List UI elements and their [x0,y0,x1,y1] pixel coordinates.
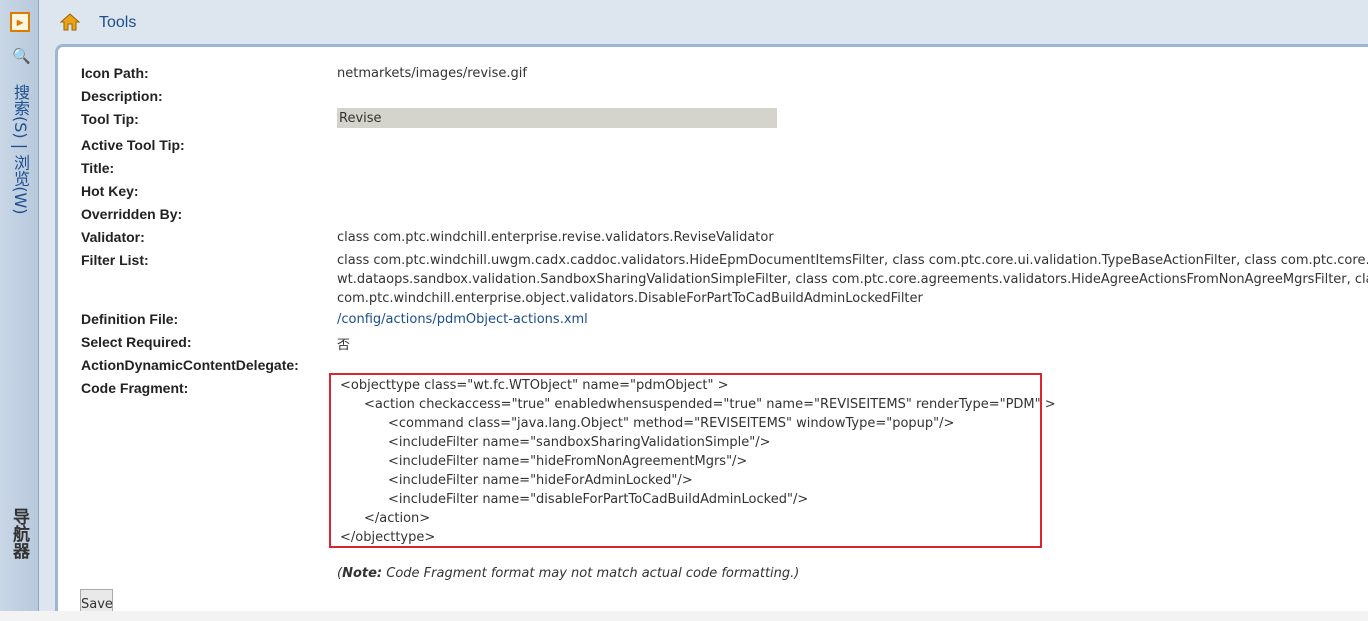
search-browse-tab[interactable]: 搜索(S) | 浏览(W) [8,84,32,215]
code-line: <command class="java.lang.Object" method… [388,416,955,431]
code-line: </objecttype> [340,530,436,545]
definition-file-link[interactable]: /config/actions/pdmObject-actions.xml [337,312,588,327]
details-panel: Icon Path: netmarkets/images/revise.gif … [55,44,1368,621]
select-required-value: 否 [337,338,351,353]
code-fragment-label: Code Fragment: [81,380,189,396]
code-line: <includeFilter name="hideForAdminLocked"… [388,473,693,488]
code-fragment-box: <objecttype class="wt.fc.WTObject" name=… [329,373,1056,548]
validator-label: Validator: [81,229,145,245]
expand-arrow-icon[interactable]: ▸ [10,12,30,32]
save-button[interactable]: Save [80,589,113,613]
page-header: Tools [39,0,1368,44]
code-line: <objecttype class="wt.fc.WTObject" name=… [340,378,729,393]
navigator-tab[interactable]: 导航器 [8,508,32,559]
action-dynamic-label: ActionDynamicContentDelegate: [81,357,299,373]
filter-list-label: Filter List: [81,252,149,268]
hot-key-label: Hot Key: [81,183,139,199]
page-title: Tools [99,14,137,31]
code-line: <includeFilter name="disableForPartToCad… [388,492,809,507]
code-line: <includeFilter name="sandboxSharingValid… [388,435,771,450]
overridden-by-label: Overridden By: [81,206,183,222]
icon-path-label: Icon Path: [81,65,149,81]
active-tool-tip-label: Active Tool Tip: [81,137,185,153]
note-text: Code Fragment format may not match actua… [382,566,800,581]
filter-list-line: com.ptc.windchill.enterprise.object.vali… [337,291,923,306]
definition-file-label: Definition File: [81,311,179,327]
home-icon[interactable] [59,12,81,32]
title-label: Title: [81,160,115,176]
code-format-note: (Note: Code Fragment format may not matc… [337,566,799,581]
validator-value: class com.ptc.windchill.enterprise.revis… [337,230,774,245]
search-icon[interactable]: 🔍 [12,48,31,66]
note-bold: Note: [342,566,383,581]
icon-path-value: netmarkets/images/revise.gif [337,66,527,81]
tool-tip-value: Revise [337,108,777,128]
select-required-label: Select Required: [81,334,192,350]
bottom-strip [0,611,1368,621]
code-line: <includeFilter name="hideFromNonAgreemen… [388,454,748,469]
left-navigator-bar: ▸ 🔍 搜索(S) | 浏览(W) 导航器 [0,0,39,621]
code-line: </action> [364,511,431,526]
code-line: <action checkaccess="true" enabledwhensu… [364,397,1056,412]
description-label: Description: [81,88,163,104]
filter-list-line: wt.dataops.sandbox.validation.SandboxSha… [337,272,1368,287]
filter-list-line: class com.ptc.windchill.uwgm.cadx.caddoc… [337,253,1368,268]
tool-tip-label: Tool Tip: [81,111,139,127]
